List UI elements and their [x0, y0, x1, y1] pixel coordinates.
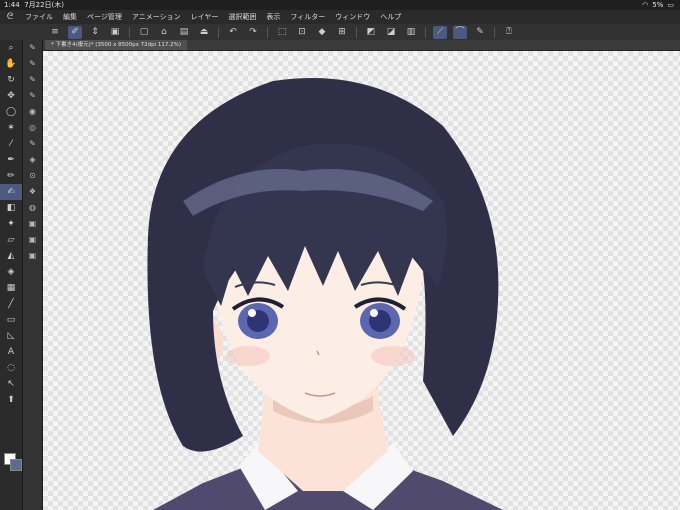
app-logo-icon[interactable]: ᘓ: [0, 10, 20, 24]
updown-arrows-icon[interactable]: ⇕: [88, 26, 102, 39]
sub-color-swatch[interactable]: [10, 459, 22, 471]
fill-icon[interactable]: ◆: [315, 26, 329, 39]
menu-edit[interactable]: 編集: [58, 10, 82, 24]
brush-preset-9-icon[interactable]: ⊙: [23, 168, 42, 184]
brush-preset-6-icon[interactable]: ◎: [23, 120, 42, 136]
deselect-icon[interactable]: ⬚: [275, 26, 289, 39]
brush-preset-11-icon[interactable]: ◍: [23, 200, 42, 216]
reference-icon[interactable]: ▥: [404, 26, 418, 39]
divider: [218, 26, 219, 38]
gradient-icon[interactable]: ▦: [0, 280, 22, 296]
tool-palette: ⌕ ✋ ↻ ✥ ◯ ✶ ⁄ ✒ ✏ ✍ ◧ ✦ ▱ ◭ ◈ ▦ ╱ ▭ ◺ A …: [0, 40, 23, 510]
menu-filter[interactable]: フィルター: [285, 10, 330, 24]
smart-assist-icon[interactable]: ⍰: [502, 26, 516, 39]
rotate-view-icon[interactable]: ↻: [0, 72, 22, 88]
balloon-icon[interactable]: ◌: [0, 360, 22, 376]
object-select-icon[interactable]: ⬆: [0, 392, 22, 408]
menu-view[interactable]: 表示: [261, 10, 285, 24]
stabilizer-brush-icon[interactable]: ⟋: [433, 25, 447, 39]
brush-preset-12-icon[interactable]: ▣: [23, 216, 42, 232]
command-bar: ≡ ✐ ⇕ ▣ ▢ ⌂ ▤ ⏏ ↶ ↷ ⬚ ⊡ ◆ ⊞ ◩ ◪ ▥ ⟋ ⌒ ✎ …: [0, 24, 680, 41]
correct-line-icon[interactable]: ↖: [0, 376, 22, 392]
zoom-icon[interactable]: ⌕: [0, 40, 22, 56]
brush-preset-3-icon[interactable]: ✎: [23, 72, 42, 88]
sub-tool-palette: ✎ ✎ ✎ ✎ ◉ ◎ ✎ ◈ ⊙ ❖ ◍ ▣ ▣ ▣: [23, 40, 43, 510]
brush-preset-14-icon[interactable]: ▣: [23, 248, 42, 264]
brush-preset-1-icon[interactable]: ✎: [23, 40, 42, 56]
status-right: ◠ 5% ▭: [642, 0, 674, 10]
color-swatches[interactable]: [4, 453, 22, 471]
brush-icon[interactable]: ✍: [0, 184, 22, 200]
eraser-icon[interactable]: ▱: [0, 232, 22, 248]
invert-selection-icon[interactable]: ⊡: [295, 26, 309, 39]
ruler-icon[interactable]: ◺: [0, 328, 22, 344]
transform-icon[interactable]: ⊞: [335, 26, 349, 39]
brush-preset-13-icon[interactable]: ▣: [23, 232, 42, 248]
menu-page[interactable]: ページ管理: [82, 10, 127, 24]
illustration-artwork: [147, 78, 503, 510]
modifier-key-icon[interactable]: ✐: [68, 25, 82, 39]
status-time-date: 1:44 7月22日(木): [4, 0, 64, 10]
menu-selection[interactable]: 選択範囲: [223, 10, 261, 24]
layer-clip-icon[interactable]: ◪: [384, 26, 398, 39]
snap-off-icon[interactable]: ◩: [364, 26, 378, 39]
fill-bucket-icon[interactable]: ◈: [0, 264, 22, 280]
hamburger-menu-icon[interactable]: ≡: [48, 26, 62, 39]
drawing-canvas[interactable]: [43, 51, 680, 510]
battery-icon: ▭: [667, 1, 674, 9]
redo-icon[interactable]: ↷: [246, 26, 260, 39]
open-file-icon[interactable]: ⌂: [157, 26, 171, 39]
divider: [425, 26, 426, 38]
brush-preset-10-icon[interactable]: ❖: [23, 184, 42, 200]
canvas-view-icon[interactable]: ▣: [108, 26, 122, 39]
decoration-icon[interactable]: ✦: [0, 216, 22, 232]
status-date: 7月22日(木): [24, 1, 65, 9]
lasso-icon[interactable]: ◯: [0, 104, 22, 120]
export-icon[interactable]: ⏏: [197, 26, 211, 39]
magic-wand-icon[interactable]: ✶: [0, 120, 22, 136]
menu-layer[interactable]: レイヤー: [186, 10, 224, 24]
divider: [356, 26, 357, 38]
menu-bar: ᘓ ファイル 編集 ページ管理 アニメーション レイヤー 選択範囲 表示 フィル…: [0, 10, 680, 24]
airbrush-icon[interactable]: ◧: [0, 200, 22, 216]
pen-icon[interactable]: ✒: [0, 152, 22, 168]
brush-preset-5-icon[interactable]: ◉: [23, 104, 42, 120]
menu-window[interactable]: ウィンドウ: [330, 10, 375, 24]
pencil-icon[interactable]: ✏: [0, 168, 22, 184]
divider: [267, 26, 268, 38]
blend-icon[interactable]: ◭: [0, 248, 22, 264]
wifi-icon: ◠: [642, 1, 649, 9]
new-file-icon[interactable]: ▢: [137, 26, 151, 39]
brush-preset-8-icon[interactable]: ◈: [23, 152, 42, 168]
hand-icon[interactable]: ✋: [0, 56, 22, 72]
status-bar: 1:44 7月22日(木) ◠ 5% ▭: [0, 0, 680, 10]
document-tab-bar: * 下書き4(複元)* (3500 x 8500px 72dpi 117.2%): [43, 40, 680, 51]
brush-preset-7-icon[interactable]: ✎: [23, 136, 42, 152]
text-icon[interactable]: A: [0, 344, 22, 360]
move-icon[interactable]: ✥: [0, 88, 22, 104]
figure-line-icon[interactable]: ╱: [0, 296, 22, 312]
menu-file[interactable]: ファイル: [20, 10, 58, 24]
divider: [494, 26, 495, 38]
menu-animation[interactable]: アニメーション: [127, 10, 186, 24]
vector-brush-icon[interactable]: ⌒: [453, 25, 467, 39]
status-time: 1:44: [4, 1, 20, 9]
document-tab[interactable]: * 下書き4(複元)* (3500 x 8500px 72dpi 117.2%): [45, 40, 188, 50]
pen-settings-icon[interactable]: ✎: [473, 26, 487, 39]
undo-icon[interactable]: ↶: [226, 26, 240, 39]
frame-border-icon[interactable]: ▭: [0, 312, 22, 328]
menu-help[interactable]: ヘルプ: [375, 10, 406, 24]
brush-preset-2-icon[interactable]: ✎: [23, 56, 42, 72]
brush-preset-4-icon[interactable]: ✎: [23, 88, 42, 104]
eyedropper-icon[interactable]: ⁄: [0, 136, 22, 152]
save-icon[interactable]: ▤: [177, 26, 191, 39]
battery-percent: 5%: [652, 1, 664, 9]
divider: [129, 26, 130, 38]
